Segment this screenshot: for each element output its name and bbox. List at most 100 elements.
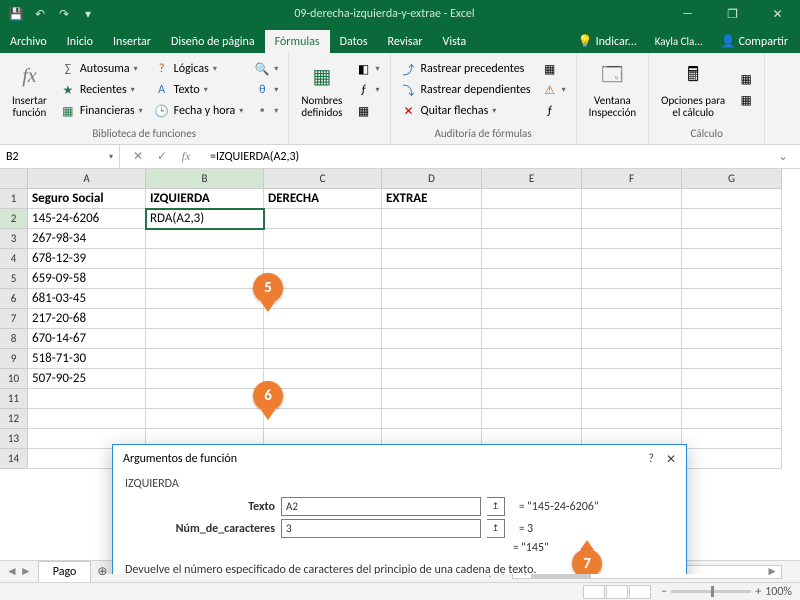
col-header[interactable]: A [28,169,146,189]
col-header[interactable]: D [382,169,482,189]
cell[interactable] [582,249,682,269]
dialog-help-icon[interactable]: ? [648,452,654,467]
cell[interactable] [264,229,382,249]
redo-icon[interactable]: ↷ [56,6,72,22]
tell-me[interactable]: 💡Indicar... [572,30,643,53]
cell[interactable] [682,429,782,449]
tab-revisar[interactable]: Revisar [378,30,433,53]
cell[interactable] [682,209,782,229]
cell[interactable] [682,249,782,269]
cell[interactable] [482,269,582,289]
cell[interactable] [682,189,782,209]
cell[interactable] [582,349,682,369]
undo-icon[interactable]: ↶ [32,6,48,22]
cell[interactable] [582,189,682,209]
cell[interactable] [146,369,264,389]
cell[interactable]: EXTRAE [382,189,482,209]
cell[interactable] [582,269,682,289]
cell[interactable] [382,329,482,349]
cell[interactable] [682,449,782,469]
autosum-button[interactable]: ∑Autosuma▾ [56,59,147,79]
cell[interactable] [582,289,682,309]
row-header[interactable]: 3 [0,229,28,249]
arg2-ref-icon[interactable]: ↥ [487,519,505,538]
cell[interactable] [482,309,582,329]
error-check-button[interactable]: ⚠▾ [538,80,570,100]
row-header[interactable]: 2 [0,209,28,229]
cell[interactable]: 145-24-6206 [28,209,146,229]
sheet-tab-pago[interactable]: Pago [38,561,92,582]
lookup-button[interactable]: 🔍▾ [250,59,282,79]
cell[interactable] [146,269,264,289]
cell[interactable] [582,329,682,349]
formula-bar[interactable]: =IZQUIERDA(A2,3)⌄ [204,149,800,164]
tab-diseno[interactable]: Diseño de página [161,30,265,53]
dialog-close-icon[interactable]: ✕ [666,452,676,467]
calc-sheet-button[interactable]: ▦ [734,91,758,111]
arg1-ref-icon[interactable]: ↥ [487,497,505,516]
cell[interactable] [382,389,482,409]
defined-names-button[interactable]: ▦ Nombres definidos [295,55,348,125]
row-header[interactable]: 5 [0,269,28,289]
worksheet[interactable]: ABCDEFG1Seguro SocialIZQUIERDADERECHAEXT… [0,169,800,574]
cell[interactable] [682,409,782,429]
cell[interactable] [146,289,264,309]
zoom-level[interactable]: 100% [765,585,792,599]
cell[interactable] [582,369,682,389]
cell[interactable] [382,249,482,269]
cell[interactable] [382,369,482,389]
row-header[interactable]: 7 [0,309,28,329]
cell[interactable] [382,209,482,229]
cell[interactable] [382,309,482,329]
page-break-button[interactable] [629,585,651,599]
tab-archivo[interactable]: Archivo [0,30,57,53]
qat-dropdown-icon[interactable]: ▾ [80,6,96,22]
save-icon[interactable]: 💾 [8,6,24,22]
row-header[interactable]: 13 [0,429,28,449]
cell[interactable] [482,209,582,229]
row-header[interactable]: 9 [0,349,28,369]
cell[interactable] [482,369,582,389]
cell[interactable]: 678-12-39 [28,249,146,269]
tab-nav-next-icon[interactable]: ► [20,564,32,579]
cell[interactable]: 681-03-45 [28,289,146,309]
show-formulas-button[interactable]: ▦ [538,59,570,79]
cell[interactable]: 507-90-25 [28,369,146,389]
calc-now-button[interactable]: ▦ [734,70,758,90]
arg2-input[interactable]: 3 [281,519,481,538]
minimize-button[interactable]: — [665,0,710,28]
new-sheet-button[interactable]: ⊕ [91,564,113,579]
cell[interactable] [146,349,264,369]
cell[interactable] [264,349,382,369]
cell[interactable] [682,229,782,249]
more-button[interactable]: ▪▾ [250,101,282,121]
row-header[interactable]: 10 [0,369,28,389]
row-header[interactable]: 11 [0,389,28,409]
tab-inicio[interactable]: Inicio [57,30,103,53]
cell[interactable]: DERECHA [264,189,382,209]
logical-button[interactable]: ?Lógicas▾ [150,59,248,79]
remove-arrows-button[interactable]: ✕Quitar flechas▾ [397,101,535,121]
cell[interactable]: RDA(A2,3) [146,209,264,229]
cell[interactable]: 659-09-58 [28,269,146,289]
cell[interactable]: 518-71-30 [28,349,146,369]
create-name-button[interactable]: ▦ [351,101,383,121]
cell[interactable] [582,389,682,409]
cell[interactable] [146,309,264,329]
tab-vista[interactable]: Vista [433,30,477,53]
col-header[interactable]: G [682,169,782,189]
cell[interactable] [264,329,382,349]
cell[interactable] [682,309,782,329]
text-button[interactable]: ATexto▾ [150,80,248,100]
recent-button[interactable]: ★Recientes▾ [56,80,147,100]
cell[interactable] [582,209,682,229]
cell[interactable] [482,189,582,209]
cell[interactable] [682,369,782,389]
cell[interactable] [264,209,382,229]
col-header[interactable]: E [482,169,582,189]
cell[interactable] [582,229,682,249]
cell[interactable] [382,229,482,249]
page-layout-button[interactable] [606,585,628,599]
cell[interactable] [482,249,582,269]
tab-datos[interactable]: Datos [330,30,378,53]
